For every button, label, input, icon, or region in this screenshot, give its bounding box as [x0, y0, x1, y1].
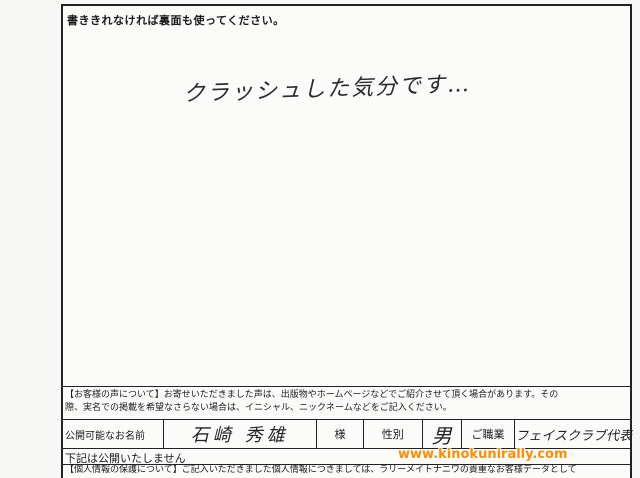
name-form-row: 公開可能なお名前 石崎 秀雄 様 性別 男 ご職業 フェイスクラブ代表: [61, 419, 632, 449]
occupation-value: フェイスクラブ代表: [515, 428, 632, 444]
name-label: 公開可能なお名前: [65, 430, 145, 442]
notice-line-1: 【お客様の声について】お寄せいただきました声は、出版物やホームページなどでご紹介…: [65, 390, 559, 400]
honorific-label: 様: [317, 420, 364, 448]
handwritten-comment: クラッシュした気分です…: [182, 71, 472, 107]
occupation-label: ご職業: [462, 420, 516, 448]
notice-line-2: 際、実名での掲載を希望なさらない場合は、イニシャル、ニックネームなどをご記入くだ…: [65, 403, 452, 413]
watermark-url: www.kinokunirally.com: [398, 447, 568, 462]
instruction-text: 書ききれなければ裏面も使ってください。: [67, 14, 285, 27]
gender-label: 性別: [364, 420, 423, 448]
name-label-cell: 公開可能なお名前: [61, 420, 164, 448]
notice-box: 【お客様の声について】お寄せいただきました声は、出版物やホームページなどでご紹介…: [61, 386, 632, 415]
privacy-notice: 【個人情報の保護について】ご記入いただきました個人情報につきましては、ラリーメイ…: [61, 464, 632, 476]
gender-value: 男: [423, 420, 462, 448]
name-value: 石崎 秀雄: [164, 420, 317, 448]
